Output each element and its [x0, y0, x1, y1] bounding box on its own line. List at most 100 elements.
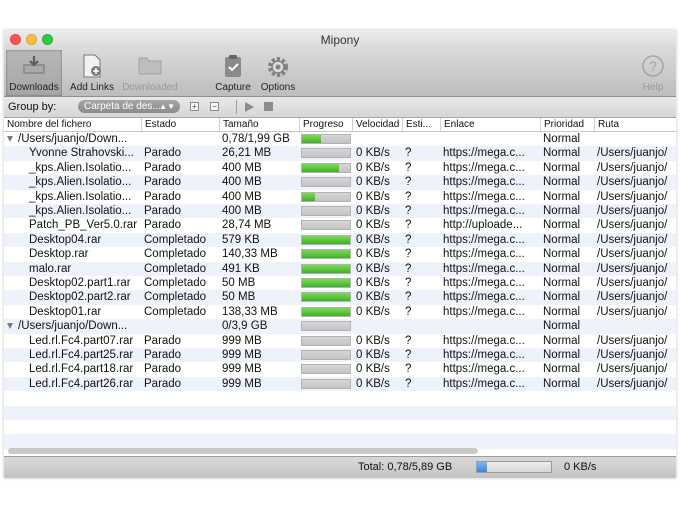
downloaded-button[interactable]: Downloaded	[120, 50, 180, 96]
cell-speed: 0 KB/s	[356, 334, 390, 347]
cell-priority: Normal	[543, 133, 581, 145]
cell-name: _kps.Alien.Isolatio...	[29, 176, 132, 189]
cell-size: 400 MB	[222, 205, 262, 217]
group-row[interactable]: /Users/juanjo/Down... 0/3,9 GB Normal	[4, 319, 676, 334]
cell-name: Desktop04.rar	[29, 233, 102, 246]
table-row[interactable]: Yvonne Strahovski... Parado 26,21 MB 0 KB/s…	[4, 146, 676, 161]
cell-priority: Normal	[543, 349, 581, 361]
table-row[interactable]: _kps.Alien.Isolatio... Parado 400 MB 0 KB/s…	[4, 190, 676, 204]
cell-status: Parado	[144, 161, 182, 174]
table-row[interactable]: Led.rl.Fc4.part25.rar Parado 999 MB 0 KB/s?…	[4, 348, 676, 363]
column-header-link[interactable]: Enlace	[440, 118, 540, 131]
table-row[interactable]: Desktop04.rar Completado 579 KB 0 KB/s? http…	[4, 232, 676, 248]
cell-path: /Users/juanjo/	[597, 219, 668, 232]
empty-row	[4, 434, 676, 449]
cell-eta: ?	[405, 377, 412, 390]
total-size-label: Total: 0,78/5,89 GB	[358, 461, 453, 473]
options-button[interactable]: Options	[256, 50, 300, 96]
column-header-speed[interactable]: Velocidad	[352, 118, 402, 131]
table-row[interactable]: Desktop02.part2.rar Completado 50 MB 0 KB/s…	[4, 290, 676, 305]
cell-speed: 0 KB/s	[356, 190, 390, 203]
cell-eta: ?	[405, 233, 412, 246]
column-header-status[interactable]: Estado	[141, 118, 219, 131]
table-row[interactable]: Desktop02.part1.rar Completado 50 MB 0 KB/s…	[4, 276, 676, 290]
column-header-path[interactable]: Ruta	[594, 118, 676, 131]
cell-size: 579 KB	[222, 233, 260, 246]
cell-eta: ?	[405, 305, 412, 318]
cell-speed: 0 KB/s	[356, 219, 390, 232]
group-by-select[interactable]: Carpeta de des... ▲▼	[78, 100, 180, 113]
cell-speed: 0 KB/s	[356, 262, 390, 275]
group-row[interactable]: /Users/juanjo/Down... 0,78/1,99 GB Normal	[4, 132, 676, 146]
cell-path: /Users/juanjo/	[597, 147, 668, 160]
cell-size: 999 MB	[222, 377, 262, 390]
cell-name: Led.rl.Fc4.part25.rar	[29, 349, 134, 361]
cell-priority: Normal	[543, 233, 581, 246]
table-row[interactable]: Desktop01.rar Completado 138,33 MB 0 KB/s? h…	[4, 305, 676, 319]
cell-path: /Users/juanjo/	[597, 205, 668, 217]
cell-size: 0,78/1,99 GB	[222, 133, 290, 145]
cell-status: Parado	[144, 219, 182, 232]
cell-link: https://mega.c...	[443, 176, 525, 189]
cell-name: Desktop01.rar	[29, 305, 102, 318]
cell-eta: ?	[405, 262, 412, 275]
app-window: Mipony Downloads Add Links Downloaded Ca…	[4, 30, 676, 478]
cell-priority: Normal	[543, 277, 581, 289]
cell-status: Parado	[144, 176, 182, 189]
cell-priority: Normal	[543, 147, 581, 160]
table-row[interactable]: Led.rl.Fc4.part26.rar Parado 999 MB 0 KB/s?…	[4, 376, 676, 392]
cell-size: 26,21 MB	[222, 147, 272, 160]
cell-path: /Users/juanjo/	[597, 363, 668, 376]
cell-size: 999 MB	[222, 334, 262, 347]
cell-name: Yvonne Strahovski...	[29, 147, 134, 160]
add-links-button[interactable]: Add Links	[64, 50, 120, 96]
cell-size: 140,33 MB	[222, 248, 278, 261]
downloads-button[interactable]: Downloads	[6, 50, 62, 96]
cell-eta: ?	[405, 277, 412, 289]
column-header-priority[interactable]: Prioridad	[540, 118, 594, 131]
progress-bar	[301, 378, 351, 389]
table-row[interactable]: malo.rar Completado 491 KB 0 KB/s? https://m…	[4, 261, 676, 276]
cell-speed: 0 KB/s	[356, 277, 390, 289]
stop-icon[interactable]	[264, 102, 273, 111]
play-icon[interactable]	[245, 102, 254, 112]
table-row[interactable]: Patch_PB_Ver5.0.rar Parado 28,74 MB 0 KB/s?…	[4, 218, 676, 232]
cell-eta: ?	[405, 248, 412, 261]
cell-path: /Users/juanjo/	[597, 349, 668, 361]
cell-priority: Normal	[543, 377, 581, 390]
progress-bar	[301, 206, 351, 216]
status-bar: Total: 0,78/5,89 GB 0 KB/s	[4, 456, 676, 478]
progress-bar	[301, 249, 351, 260]
cell-speed: 0 KB/s	[356, 161, 390, 174]
progress-bar	[301, 350, 351, 360]
cell-size: 491 KB	[222, 262, 260, 275]
progress-bar	[301, 263, 351, 274]
table-row[interactable]: Desktop.rar Completado 140,33 MB 0 KB/s? htt…	[4, 247, 676, 261]
cell-priority: Normal	[543, 248, 581, 261]
cell-status: Parado	[144, 147, 182, 160]
capture-button[interactable]: Capture	[212, 50, 254, 96]
table-row[interactable]: Led.rl.Fc4.part07.rar Parado 999 MB 0 KB/s?…	[4, 334, 676, 348]
column-header-name[interactable]: Nombre del fichero	[4, 118, 141, 131]
help-icon: ?	[641, 54, 665, 81]
cell-name: Desktop.rar	[29, 248, 89, 261]
progress-bar	[301, 220, 351, 231]
horizontal-scrollbar[interactable]	[8, 448, 478, 454]
table-row[interactable]: _kps.Alien.Isolatio... Parado 400 MB 0 KB/s…	[4, 204, 676, 219]
cell-eta: ?	[405, 363, 412, 376]
updown-arrows-icon: ▲▼	[159, 102, 175, 111]
column-header-eta[interactable]: Esti...	[402, 118, 440, 131]
table-row[interactable]: _kps.Alien.Isolatio... Parado 400 MB 0 KB/s…	[4, 161, 676, 175]
table-row[interactable]: Led.rl.Fc4.part18.rar Parado 999 MB 0 KB/s?…	[4, 362, 676, 376]
help-button[interactable]: ? Help	[634, 50, 672, 96]
expand-all-button[interactable]: +	[190, 102, 199, 111]
cell-speed: 0 KB/s	[356, 305, 390, 318]
table-row[interactable]: _kps.Alien.Isolatio... Parado 400 MB 0 KB/s…	[4, 175, 676, 190]
cell-size: 50 MB	[222, 277, 256, 289]
column-header-progress[interactable]: Progreso	[299, 118, 352, 131]
progress-bar	[301, 162, 351, 173]
total-progress-bar	[476, 461, 552, 473]
column-header-size[interactable]: Tamaño	[219, 118, 299, 131]
collapse-all-button[interactable]: −	[210, 102, 219, 111]
cell-speed: 0 KB/s	[356, 363, 390, 376]
